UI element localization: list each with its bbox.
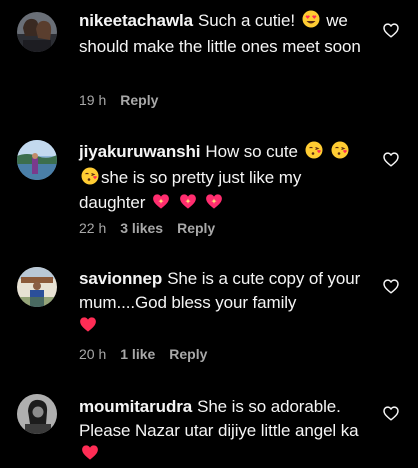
sparkling-heart-emoji [205, 193, 223, 217]
like-comment-button[interactable] [383, 23, 399, 38]
like-comment-button[interactable] [383, 406, 399, 421]
smiling-face-with-heart-eyes-emoji [302, 10, 320, 35]
comment-username[interactable]: nikeetachawla [79, 11, 193, 30]
likes-count[interactable]: 3 likes [120, 220, 163, 236]
reply-button[interactable]: Reply [169, 346, 207, 362]
comment-text: moumitarudra She is so adorable. Please N… [79, 395, 361, 468]
likes-count[interactable]: 1 like [120, 346, 155, 362]
comment-text-part: Such a cutie! [197, 11, 295, 30]
face-blowing-kiss-emoji [81, 167, 99, 192]
sparkling-heart-emoji [179, 193, 197, 217]
face-blowing-kiss-emoji [305, 141, 323, 166]
comment-timestamp: 20 h [79, 346, 107, 362]
avatar[interactable] [17, 394, 57, 434]
heart-outline-icon [383, 23, 399, 38]
comment-text: jiyakuruwanshi How so cute she is so pre… [79, 140, 361, 217]
comment-text-part: How so cute [205, 142, 298, 161]
like-comment-button[interactable] [383, 152, 399, 167]
comment-meta: 22 h 3 likes Reply [79, 220, 229, 236]
reply-button[interactable]: Reply [177, 220, 215, 236]
sparkling-heart-emoji [152, 193, 170, 217]
comment-timestamp: 19 h [79, 92, 107, 108]
avatar[interactable] [17, 267, 57, 307]
red-heart-emoji [81, 444, 99, 468]
comment-username[interactable]: jiyakuruwanshi [79, 142, 201, 161]
avatar[interactable] [17, 140, 57, 180]
comment-meta: 19 h Reply [79, 92, 172, 108]
heart-outline-icon [383, 406, 399, 421]
red-heart-emoji [79, 316, 97, 340]
avatar[interactable] [17, 12, 57, 52]
heart-outline-icon [383, 152, 399, 167]
comment-username[interactable]: savionnep [79, 269, 162, 288]
comment-meta: 20 h 1 like Reply [79, 346, 221, 362]
like-comment-button[interactable] [383, 279, 399, 294]
comment-timestamp: 22 h [79, 220, 107, 236]
comment-text: savionnep She is a cute copy of your mum.… [79, 267, 361, 340]
heart-outline-icon [383, 279, 399, 294]
face-blowing-kiss-emoji [331, 141, 349, 166]
comment-username[interactable]: moumitarudra [79, 397, 192, 416]
comment-text: nikeetachawla Such a cutie! we should mak… [79, 9, 361, 58]
reply-button[interactable]: Reply [120, 92, 158, 108]
